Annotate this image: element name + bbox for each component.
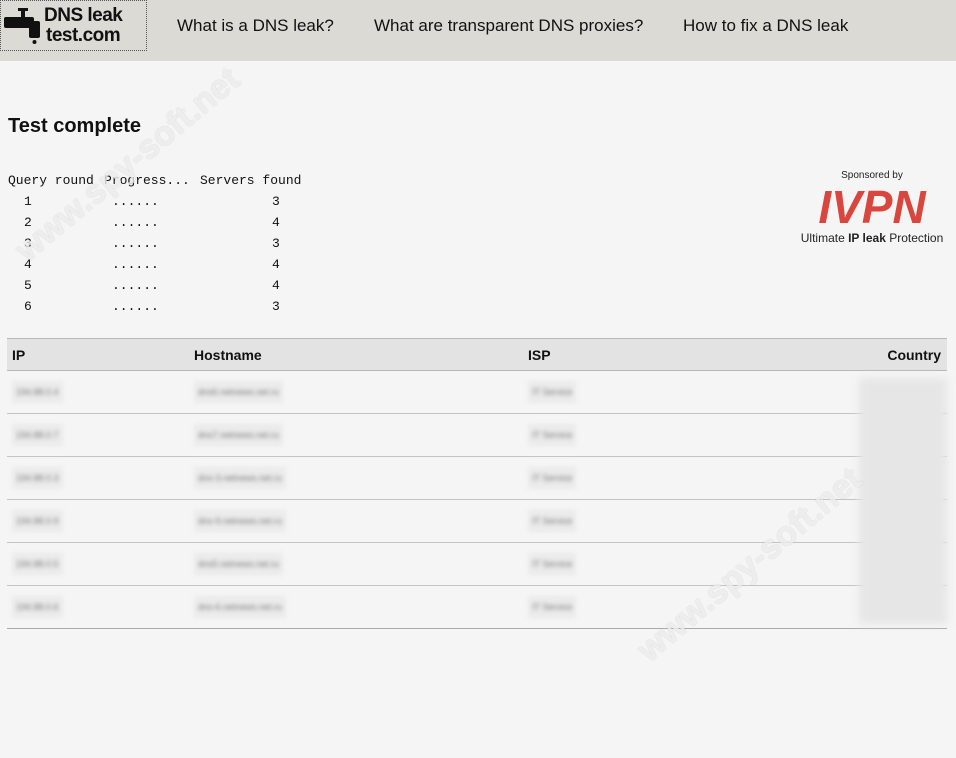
isp-cell: IT Service: [528, 510, 577, 532]
progress-header-servers: Servers found: [200, 173, 302, 188]
tagline-post: Protection: [885, 231, 944, 245]
hostname-cell: dns5.netnews.net.ru: [194, 553, 284, 575]
logo-text-line2: test.com: [46, 25, 121, 46]
table-row: 194.88.0.4 dns6.netnews.net.ru IT Servic…: [7, 370, 947, 414]
table-row: 194.88.0.6 dns-6.netnews.net.ru IT Servi…: [7, 585, 947, 629]
nav-transparent-dns-proxies[interactable]: What are transparent DNS proxies?: [374, 16, 643, 36]
round-number: 3: [24, 236, 32, 251]
round-servers: 4: [272, 278, 280, 293]
round-servers: 3: [272, 299, 280, 314]
table-row: 194.88.0.7 dns7.netnews.net.ru IT Servic…: [7, 413, 947, 457]
table-row: 194.88.0.5 dns5.netnews.net.ru IT Servic…: [7, 542, 947, 586]
round-number: 5: [24, 278, 32, 293]
round-progress: ......: [112, 299, 159, 314]
ivpn-logo-text: IVPN: [818, 183, 926, 229]
table-header-row: IP Hostname ISP Country: [7, 338, 947, 371]
round-servers: 4: [272, 215, 280, 230]
round-number: 6: [24, 299, 32, 314]
ivpn-logo: IVPN: [818, 183, 926, 229]
ip-cell: 194.88.0.5: [12, 553, 63, 575]
ip-cell: 194.88.0.7: [12, 424, 63, 446]
round-progress: ......: [112, 257, 159, 272]
table-row: 194.88.0.3 dns-3.netnews.net.ru IT Servi…: [7, 456, 947, 500]
col-header-hostname: Hostname: [189, 338, 523, 371]
dns-servers-table: IP Hostname ISP Country 194.88.0.4 dns6.…: [7, 338, 947, 629]
logo-text-line1: DNS leak: [44, 5, 123, 26]
tagline-bold: IP leak: [848, 231, 886, 245]
nav-how-to-fix[interactable]: How to fix a DNS leak: [683, 16, 848, 36]
isp-cell: IT Service: [528, 424, 577, 446]
tagline-pre: Ultimate: [800, 231, 849, 245]
progress-header-round: Query round: [8, 173, 94, 188]
sponsor-banner[interactable]: Sponsored by IVPN Ultimate IP leak Prote…: [796, 170, 948, 245]
table-row: 194.88.0.9 dns-9.netnews.net.ru IT Servi…: [7, 499, 947, 543]
round-servers: 4: [272, 257, 280, 272]
col-header-ip: IP: [7, 338, 189, 371]
hostname-cell: dns-6.netnews.net.ru: [194, 596, 287, 618]
round-number: 1: [24, 194, 32, 209]
col-header-country: Country: [859, 338, 947, 371]
isp-cell: IT Service: [528, 467, 577, 489]
isp-cell: IT Service: [528, 553, 577, 575]
hostname-cell: dns-3.netnews.net.ru: [194, 467, 287, 489]
hostname-cell: dns6.netnews.net.ru: [194, 381, 284, 403]
round-servers: 3: [272, 194, 280, 209]
round-progress: ......: [112, 215, 159, 230]
round-progress: ......: [112, 236, 159, 251]
isp-cell: IT Service: [528, 381, 577, 403]
round-number: 2: [24, 215, 32, 230]
top-bar: DNS leak test.com What is a DNS leak? Wh…: [0, 0, 956, 61]
round-progress: ......: [112, 194, 159, 209]
round-number: 4: [24, 257, 32, 272]
site-logo[interactable]: DNS leak test.com: [0, 0, 147, 51]
col-header-isp: ISP: [523, 338, 859, 371]
nav-what-is-dns-leak[interactable]: What is a DNS leak?: [177, 16, 334, 36]
country-column-redaction: [859, 378, 947, 624]
ip-cell: 194.88.0.3: [12, 467, 63, 489]
page-title: Test complete: [8, 115, 141, 137]
ip-cell: 194.88.0.6: [12, 596, 63, 618]
hostname-cell: dns-9.netnews.net.ru: [194, 510, 287, 532]
ip-cell: 194.88.0.9: [12, 510, 63, 532]
isp-cell: IT Service: [528, 596, 577, 618]
round-servers: 3: [272, 236, 280, 251]
ip-cell: 194.88.0.4: [12, 381, 63, 403]
tap-icon: [4, 8, 40, 44]
sponsor-label: Sponsored by: [841, 170, 903, 181]
round-progress: ......: [112, 278, 159, 293]
sponsor-tagline: Ultimate IP leak Protection: [796, 231, 948, 245]
progress-header-progress: Progress...: [104, 173, 190, 188]
hostname-cell: dns7.netnews.net.ru: [194, 424, 284, 446]
